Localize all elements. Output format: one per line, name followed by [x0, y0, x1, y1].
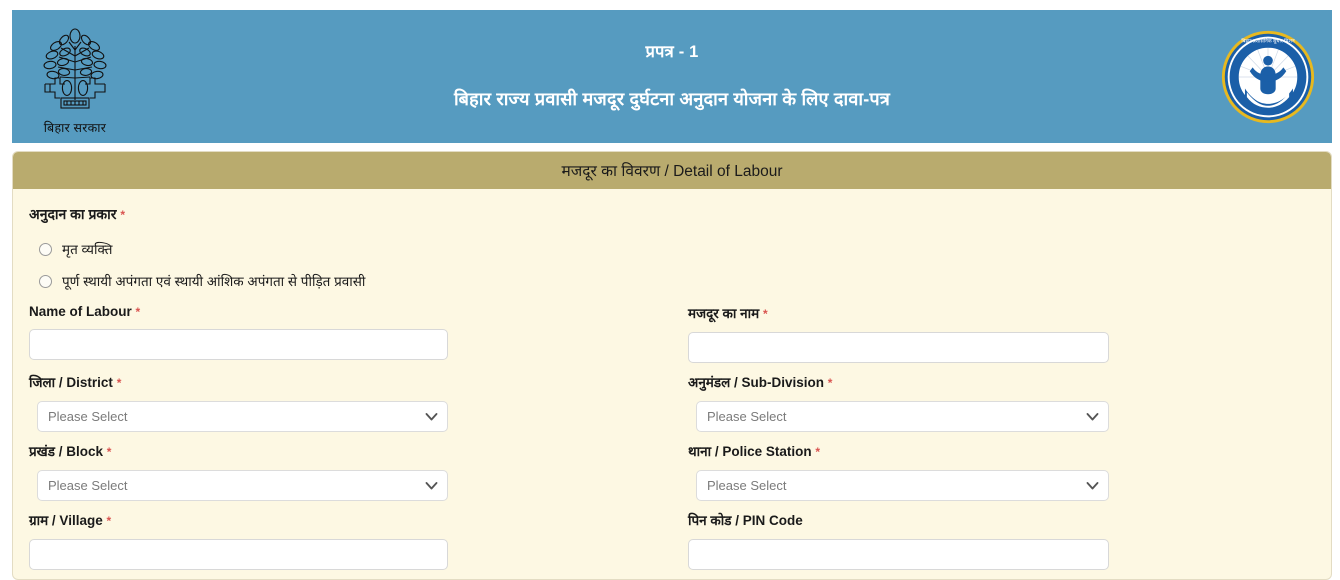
- form-number-title: प्रपत्र - 1: [645, 42, 699, 61]
- label-pin-code: पिन कोड / PIN Code: [688, 511, 1315, 529]
- field-group-block: प्रखंड / Block * Please Select: [29, 442, 672, 501]
- required-marker: *: [827, 376, 833, 390]
- mission-logo-text: बिहार प्रशासनिक सुधार मिशन: [1241, 37, 1294, 44]
- emblem-caption: बिहार सरकार: [43, 120, 107, 135]
- header-titles: प्रपत्र - 1 बिहार राज्य प्रवासी मजदूर दु…: [454, 43, 890, 110]
- required-marker: *: [815, 445, 821, 459]
- input-majdoor-ka-naam[interactable]: [688, 332, 1109, 363]
- label-majdoor-ka-naam: मजदूर का नाम *: [688, 304, 1315, 322]
- radio-label: मृत व्यक्ति: [62, 242, 113, 257]
- radio-option-permanent-disability[interactable]: पूर्ण स्थायी अपंगता एवं स्थायी आंशिक अपं…: [39, 272, 1315, 290]
- label-police-station: थाना / Police Station *: [688, 442, 1315, 460]
- grant-type-label: अनुदान का प्रकार *: [29, 205, 1315, 224]
- select-sub-division[interactable]: Please Select: [696, 401, 1109, 432]
- bodhi-tree-emblem-icon: [43, 27, 107, 109]
- field-group-village: ग्राम / Village *: [29, 511, 672, 570]
- label-text: जिला / District: [29, 375, 113, 390]
- label-text: मजदूर का नाम: [688, 306, 760, 321]
- input-pin-code[interactable]: [688, 539, 1109, 570]
- required-marker: *: [120, 208, 126, 222]
- label-text: थाना / Police Station: [688, 444, 812, 459]
- label-text: अनुमंडल / Sub-Division: [688, 375, 825, 390]
- field-group-pin-code: पिन कोड / PIN Code: [672, 511, 1315, 570]
- select-block[interactable]: Please Select: [37, 470, 448, 501]
- field-row-block-police-station: प्रखंड / Block * Please Select थाना / Po…: [29, 442, 1315, 501]
- field-row-district-subdivision: जिला / District * Please Select अनुमंडल …: [29, 373, 1315, 432]
- required-marker: *: [135, 305, 141, 319]
- label-text: Name of Labour: [29, 304, 132, 319]
- label-text: पिन कोड / PIN Code: [688, 513, 803, 528]
- label-district: जिला / District *: [29, 373, 662, 391]
- section-header-bar: मजदूर का विवरण / Detail of Labour: [13, 152, 1331, 189]
- required-marker: *: [106, 514, 112, 528]
- label-text: ग्राम / Village: [29, 513, 103, 528]
- required-marker: *: [106, 445, 112, 459]
- field-group-name-of-labour: Name of Labour *: [29, 304, 672, 363]
- labour-detail-form: अनुदान का प्रकार * मृत व्यक्ति पूर्ण स्थ…: [13, 189, 1331, 570]
- bihar-administrative-reforms-mission-logo-icon: बिहार प्रशासनिक सुधार मिशन: [1221, 30, 1315, 123]
- label-sub-division: अनुमंडल / Sub-Division *: [688, 373, 1315, 391]
- label-text: प्रखंड / Block: [29, 444, 103, 459]
- field-group-sub-division: अनुमंडल / Sub-Division * Please Select: [672, 373, 1315, 432]
- radio-circle-icon[interactable]: [39, 274, 52, 288]
- field-group-district: जिला / District * Please Select: [29, 373, 672, 432]
- select-district[interactable]: Please Select: [37, 401, 448, 432]
- input-name-of-labour[interactable]: [29, 329, 448, 360]
- field-group-majdoor-ka-naam: मजदूर का नाम *: [672, 304, 1315, 363]
- radio-circle-icon[interactable]: [39, 242, 52, 256]
- select-block-value[interactable]: Please Select: [37, 470, 448, 501]
- field-group-police-station: थाना / Police Station * Please Select: [672, 442, 1315, 501]
- page-title: बिहार राज्य प्रवासी मजदूर दुर्घटना अनुदा…: [454, 88, 890, 109]
- page-root: बिहार सरकार प्रपत्र - 1 बिहार राज्य प्रव…: [0, 0, 1340, 580]
- label-block: प्रखंड / Block *: [29, 442, 662, 460]
- field-row-name: Name of Labour * मजदूर का नाम *: [29, 304, 1315, 363]
- detail-of-labour-panel: मजदूर का विवरण / Detail of Labour अनुदान…: [12, 151, 1332, 580]
- required-marker: *: [116, 376, 122, 390]
- site-header: बिहार सरकार प्रपत्र - 1 बिहार राज्य प्रव…: [12, 10, 1332, 143]
- label-village: ग्राम / Village *: [29, 511, 662, 529]
- grant-type-options: मृत व्यक्ति पूर्ण स्थायी अपंगता एवं स्था…: [29, 240, 1315, 290]
- field-row-village-pincode: ग्राम / Village * पिन कोड / PIN Code: [29, 511, 1315, 570]
- select-district-value[interactable]: Please Select: [37, 401, 448, 432]
- grant-type-label-text: अनुदान का प्रकार: [29, 206, 117, 222]
- bihar-government-emblem: बिहार सरकार: [20, 18, 130, 136]
- select-police-station-value[interactable]: Please Select: [696, 470, 1109, 501]
- radio-label: पूर्ण स्थायी अपंगता एवं स्थायी आंशिक अपं…: [62, 274, 366, 289]
- input-village[interactable]: [29, 539, 448, 570]
- select-sub-division-value[interactable]: Please Select: [696, 401, 1109, 432]
- radio-option-deceased-person[interactable]: मृत व्यक्ति: [39, 240, 1315, 258]
- label-name-of-labour: Name of Labour *: [29, 304, 662, 319]
- required-marker: *: [762, 307, 768, 321]
- select-police-station[interactable]: Please Select: [696, 470, 1109, 501]
